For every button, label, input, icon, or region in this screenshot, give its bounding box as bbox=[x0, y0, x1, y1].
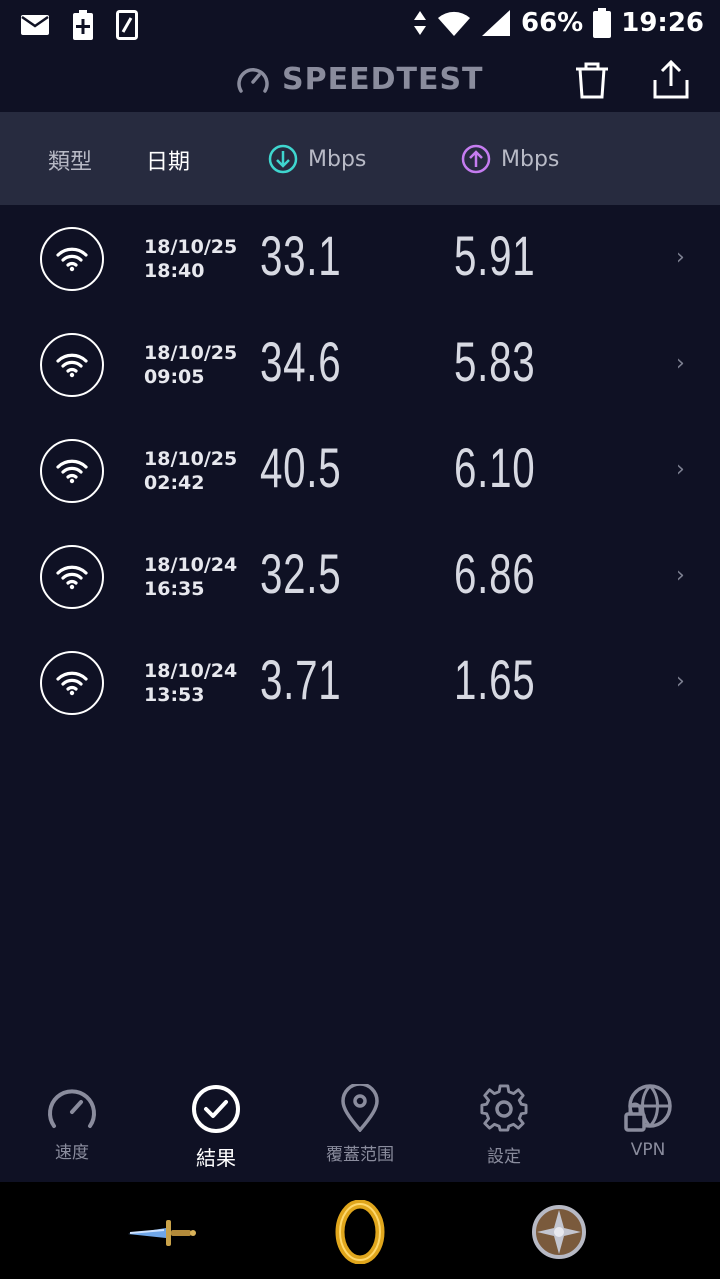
result-time: 16:35 bbox=[144, 578, 205, 600]
sim-card-icon bbox=[116, 10, 138, 40]
column-download-label: Mbps bbox=[308, 146, 367, 172]
gear-icon bbox=[480, 1084, 528, 1132]
upload-speed: 1.65 bbox=[454, 648, 536, 711]
result-row[interactable]: 18/10/24 13:53 3.71 1.65 › bbox=[0, 629, 720, 735]
result-date: 18/10/25 bbox=[144, 448, 238, 470]
result-datetime: 18/10/25 09:05 bbox=[144, 341, 237, 389]
result-time: 02:42 bbox=[144, 472, 205, 494]
upload-speed: 5.83 bbox=[454, 330, 536, 393]
chevron-right-icon: › bbox=[676, 563, 685, 588]
column-date-label: 日期 bbox=[146, 150, 191, 175]
chevron-right-icon: › bbox=[676, 351, 685, 376]
chevron-right-icon: › bbox=[676, 245, 685, 270]
column-type-label: 類型 bbox=[48, 150, 93, 175]
result-date: 18/10/25 bbox=[144, 342, 238, 364]
clock: 19:26 bbox=[621, 8, 704, 38]
vpn-lock-icon bbox=[624, 1084, 672, 1132]
result-row[interactable]: 18/10/25 02:42 40.5 6.10 › bbox=[0, 417, 720, 523]
speedometer-logo-icon bbox=[237, 67, 269, 93]
nav-settings-label: 設定 bbox=[487, 1147, 521, 1167]
nav-settings[interactable]: 設定 bbox=[444, 1084, 564, 1167]
column-download[interactable]: Mbps bbox=[268, 144, 366, 174]
download-speed: 34.6 bbox=[260, 330, 342, 393]
battery-icon bbox=[593, 8, 612, 38]
shield-app-icon[interactable] bbox=[524, 1200, 594, 1264]
download-arrow-icon bbox=[268, 144, 298, 174]
result-datetime: 18/10/24 16:35 bbox=[144, 553, 237, 601]
wifi-icon bbox=[40, 333, 104, 397]
app-logo: SPEEDTEST bbox=[236, 62, 484, 97]
check-circle-icon bbox=[192, 1085, 240, 1133]
result-row[interactable]: 18/10/24 16:35 32.5 6.86 › bbox=[0, 523, 720, 629]
result-datetime: 18/10/24 13:53 bbox=[144, 659, 237, 707]
result-datetime: 18/10/25 02:42 bbox=[144, 447, 237, 495]
result-time: 13:53 bbox=[144, 684, 205, 706]
result-date: 18/10/24 bbox=[144, 554, 238, 576]
result-datetime: 18/10/25 18:40 bbox=[144, 235, 237, 283]
data-transfer-icon bbox=[414, 11, 426, 35]
wifi-signal-icon bbox=[438, 11, 470, 37]
results-column-header: 類型 日期 Mbps Mbps bbox=[0, 112, 720, 205]
nav-results[interactable]: 結果 bbox=[156, 1084, 276, 1171]
upload-speed: 5.91 bbox=[454, 224, 536, 287]
download-speed: 33.1 bbox=[260, 224, 342, 287]
result-row[interactable]: 18/10/25 09:05 34.6 5.83 › bbox=[0, 311, 720, 417]
bottom-navigation: 速度 結果 覆蓋范围 設定 VPN bbox=[0, 1070, 720, 1182]
nav-vpn[interactable]: VPN bbox=[588, 1084, 708, 1160]
column-upload[interactable]: Mbps bbox=[461, 144, 559, 174]
dagger-app-icon[interactable] bbox=[126, 1200, 196, 1264]
result-row[interactable]: 18/10/25 18:40 33.1 5.91 › bbox=[0, 205, 720, 311]
app-dock bbox=[0, 1182, 720, 1279]
nav-speed-label: 速度 bbox=[55, 1143, 89, 1163]
upload-speed: 6.86 bbox=[454, 542, 536, 605]
result-date: 18/10/25 bbox=[144, 236, 238, 258]
share-icon[interactable] bbox=[652, 60, 690, 100]
cell-signal-icon bbox=[482, 10, 510, 36]
map-pin-icon bbox=[341, 1082, 379, 1133]
trash-icon[interactable] bbox=[574, 60, 610, 100]
column-upload-label: Mbps bbox=[501, 146, 560, 172]
nav-vpn-label: VPN bbox=[630, 1140, 666, 1160]
upload-arrow-icon bbox=[461, 144, 491, 174]
ring-app-icon[interactable] bbox=[325, 1200, 395, 1264]
result-date: 18/10/24 bbox=[144, 660, 238, 682]
result-time: 18:40 bbox=[144, 260, 205, 282]
mail-icon bbox=[21, 15, 49, 35]
download-speed: 3.71 bbox=[260, 648, 342, 711]
upload-speed: 6.10 bbox=[454, 436, 536, 499]
chevron-right-icon: › bbox=[676, 457, 685, 482]
wifi-icon bbox=[40, 651, 104, 715]
wifi-icon bbox=[40, 227, 104, 291]
battery-percent: 66% bbox=[521, 8, 584, 38]
nav-speed[interactable]: 速度 bbox=[12, 1084, 132, 1163]
nav-results-label: 結果 bbox=[196, 1146, 236, 1170]
status-bar: 66% 19:26 bbox=[0, 0, 720, 50]
chevron-right-icon: › bbox=[676, 669, 685, 694]
download-speed: 40.5 bbox=[260, 436, 342, 499]
nav-coverage-label: 覆蓋范围 bbox=[326, 1145, 394, 1165]
app-title: SPEEDTEST bbox=[282, 62, 484, 97]
results-list: 18/10/25 18:40 33.1 5.91 › 18/10/25 09:0… bbox=[0, 205, 720, 735]
app-bar: SPEEDTEST bbox=[0, 50, 720, 112]
wifi-icon bbox=[40, 439, 104, 503]
column-date[interactable]: 日期 bbox=[146, 144, 190, 176]
download-speed: 32.5 bbox=[260, 542, 342, 605]
column-type[interactable]: 類型 bbox=[48, 144, 92, 176]
speedometer-icon bbox=[48, 1089, 96, 1128]
result-time: 09:05 bbox=[144, 366, 205, 388]
nav-coverage[interactable]: 覆蓋范围 bbox=[300, 1082, 420, 1165]
battery-charging-icon bbox=[73, 10, 93, 40]
wifi-icon bbox=[40, 545, 104, 609]
